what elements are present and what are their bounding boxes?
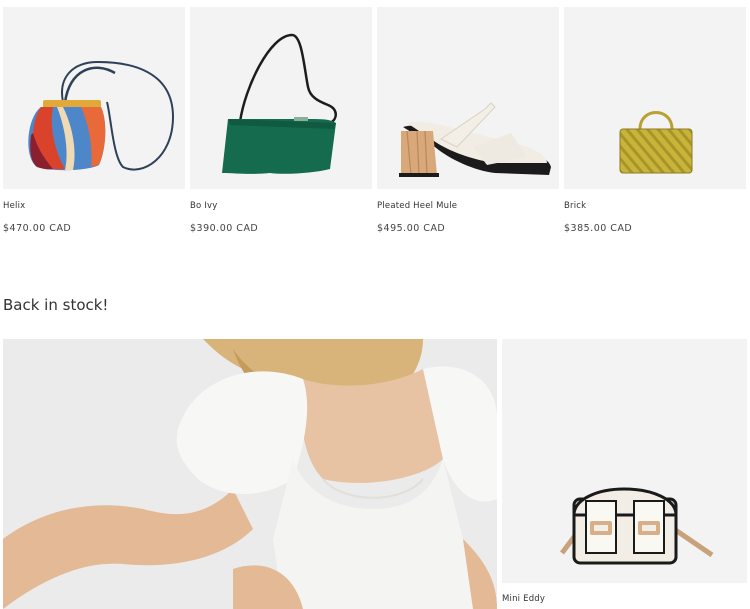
product-image-brick[interactable] xyxy=(564,7,746,189)
product-card-mini-eddy[interactable]: Mini Eddy xyxy=(502,339,747,604)
helix-bag-image xyxy=(28,60,175,171)
product-image-bo-ivy[interactable] xyxy=(190,7,372,189)
product-grid: Helix $470.00 CAD Bo Ivy $390.00 CAD Ple… xyxy=(3,7,746,234)
product-card-brick[interactable]: Brick $385.00 CAD xyxy=(564,7,746,234)
pleated-heel-mule-image xyxy=(399,102,551,177)
product-image-mini-eddy[interactable] xyxy=(502,339,747,583)
product-price: $390.00 CAD xyxy=(190,223,259,234)
brick-bag-image xyxy=(619,111,693,174)
product-image-pleated-heel-mule[interactable] xyxy=(377,7,559,189)
product-name[interactable]: Helix xyxy=(3,201,185,213)
product-image-helix[interactable] xyxy=(3,7,185,189)
product-price: $385.00 CAD xyxy=(564,223,633,234)
product-price: $495.00 CAD xyxy=(377,223,446,234)
product-name[interactable]: Pleated Heel Mule xyxy=(377,201,559,213)
product-name[interactable]: Mini Eddy xyxy=(502,594,747,604)
section-title: Back in stock! xyxy=(3,296,109,314)
product-price: $470.00 CAD xyxy=(3,223,72,234)
product-card-pleated-heel-mule[interactable]: Pleated Heel Mule $495.00 CAD xyxy=(377,7,559,234)
product-card-helix[interactable]: Helix $470.00 CAD xyxy=(3,7,185,234)
hero-lifestyle-image[interactable] xyxy=(3,339,497,609)
bo-ivy-bag-image xyxy=(222,33,337,174)
model-image xyxy=(3,339,497,609)
product-card-bo-ivy[interactable]: Bo Ivy $390.00 CAD xyxy=(190,7,372,234)
page: Helix $470.00 CAD Bo Ivy $390.00 CAD Ple… xyxy=(0,0,750,609)
mini-eddy-bag-image xyxy=(560,487,714,565)
product-name[interactable]: Brick xyxy=(564,201,746,213)
product-name[interactable]: Bo Ivy xyxy=(190,201,372,213)
